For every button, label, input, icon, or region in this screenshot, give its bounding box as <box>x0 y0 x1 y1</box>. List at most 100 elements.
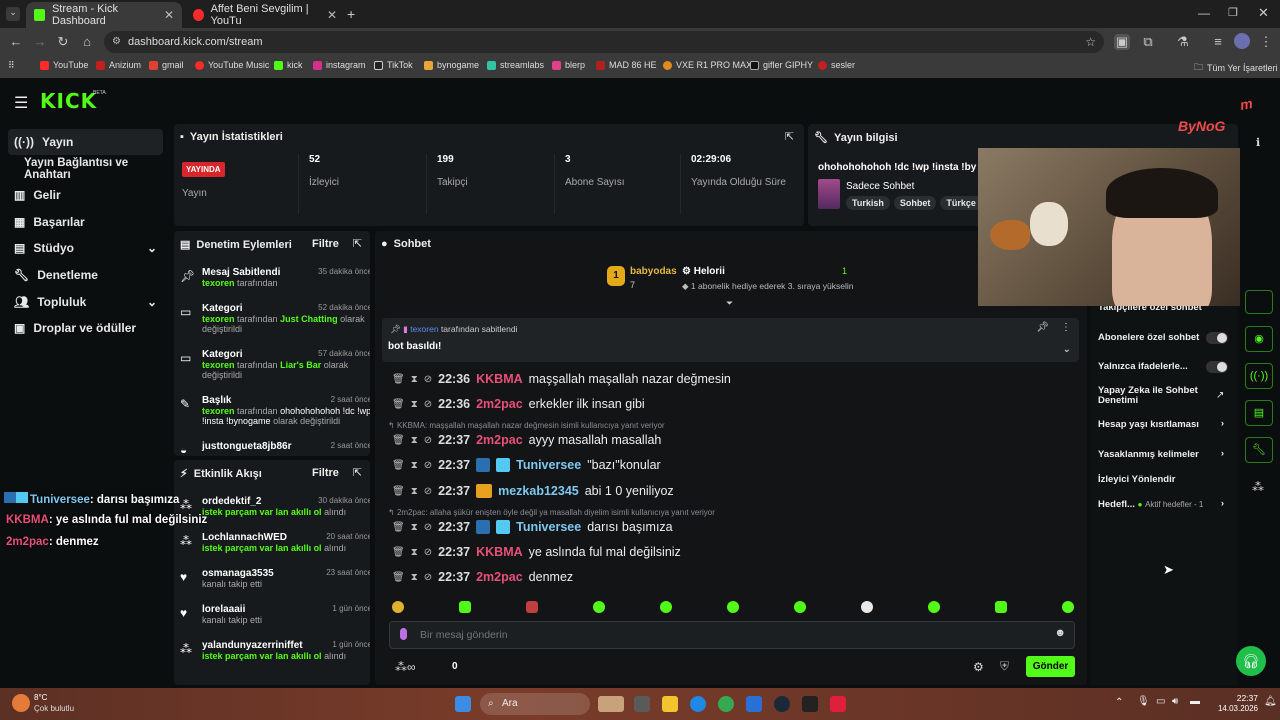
back-icon[interactable]: ← <box>8 34 24 50</box>
setting-ai-moderation[interactable]: Yapay Zeka ile Sohbet Denetimi <box>1098 386 1208 406</box>
nav-basarilar[interactable]: ▦ Başarılar <box>8 209 163 235</box>
labs-icon[interactable]: ⚗ <box>1175 34 1191 50</box>
steam-icon[interactable] <box>774 696 790 712</box>
windows-start-icon[interactable] <box>455 696 471 712</box>
timeout-icon[interactable]: ⧗ <box>411 435 418 446</box>
close-window-icon[interactable]: ✕ <box>1258 5 1269 21</box>
chat-username[interactable]: Tuniversee <box>516 458 581 472</box>
timeout-icon[interactable]: ⧗ <box>411 486 418 497</box>
bookmark-tiktok[interactable]: TikTok <box>374 60 413 70</box>
close-tab-icon[interactable]: ✕ <box>164 8 174 22</box>
hamburger-menu-icon[interactable]: ☰ <box>14 93 28 113</box>
timeout-icon[interactable]: ⧗ <box>411 522 418 533</box>
clock-time[interactable]: 22:37 <box>1222 693 1258 703</box>
wrench-rail-icon[interactable]: 🔧︎ <box>1245 437 1273 463</box>
bookmark-youtube[interactable]: YouTube <box>40 60 88 70</box>
support-headset-icon[interactable]: 🎧︎ <box>1236 646 1266 676</box>
bookmark-vxe[interactable]: VXE R1 PRO MAX <box>663 60 752 70</box>
nav-denetleme[interactable]: 🔧︎ Denetleme <box>8 262 163 288</box>
emote-icon[interactable] <box>660 601 672 613</box>
widgets-icon[interactable] <box>598 696 624 712</box>
delete-icon[interactable]: 🗑︎ <box>392 572 405 583</box>
emote-icon[interactable] <box>526 601 538 613</box>
url-bar[interactable]: ⚙ dashboard.kick.com/stream ☆ <box>104 31 1104 53</box>
category-name[interactable]: Sadece Sohbet <box>846 181 914 192</box>
setting-emote-only[interactable]: Yalnızca ifadelerle... <box>1098 361 1228 373</box>
extension-icon[interactable]: ▣ <box>1114 34 1130 50</box>
bookmark-streamlabs[interactable]: streamlabs <box>487 60 544 70</box>
emote-icon[interactable] <box>861 601 873 613</box>
kick-logo[interactable]: KICK <box>40 89 97 113</box>
browser-menu-icon[interactable]: ⋮ <box>1258 34 1274 50</box>
chat-message[interactable]: 🗑︎ ⧗ ⊘ 22:37 mezkab12345 abi 1 0 yeniliyoz <box>392 484 674 498</box>
tray-battery-icon[interactable]: ▬ <box>1190 696 1200 707</box>
expand-chevron-icon[interactable]: ⌄ <box>1063 344 1071 355</box>
chat-username[interactable]: KKBMA <box>476 372 523 386</box>
delete-icon[interactable]: 🗑︎ <box>392 486 405 497</box>
points-rail-icon[interactable]: ⁂ <box>1252 480 1264 494</box>
bookmark-kick[interactable]: kick <box>274 60 303 70</box>
timeout-icon[interactable]: ⧗ <box>411 572 418 583</box>
store-icon[interactable] <box>746 696 762 712</box>
chat-message[interactable]: 🗑︎ ⧗ ⊘ 22:36 2m2pac erkekler ilk insan gibi <box>392 397 645 411</box>
setting-goals[interactable]: Hedefl... ● Aktif hedefler - 1 › <box>1098 498 1228 510</box>
media-icon[interactable]: ≡ <box>1210 34 1226 50</box>
setting-banned-words[interactable]: Yasaklanmış kelimeler › <box>1098 448 1228 460</box>
nav-studyo[interactable]: ▤ Stüdyo ⌄ <box>8 235 163 261</box>
chat-username[interactable]: 2m2pac <box>476 397 523 411</box>
chat-username[interactable]: 2m2pac <box>476 433 523 447</box>
app-icon[interactable] <box>830 696 846 712</box>
emote-icon[interactable] <box>459 601 471 613</box>
task-view-icon[interactable] <box>634 696 650 712</box>
bookmark-instagram[interactable]: instagram <box>313 60 366 70</box>
chat-username[interactable]: KKBMA <box>476 545 523 559</box>
chat-message[interactable]: 🗑︎ ⧗ ⊘ 22:37 2m2pac denmez <box>392 570 573 584</box>
new-tab-icon[interactable]: + <box>347 6 355 22</box>
ban-icon[interactable]: ⊘ <box>424 486 432 497</box>
mod-shield-icon[interactable]: ⛨ <box>1000 659 1009 674</box>
apps-grid-icon[interactable]: ⠿ <box>8 60 15 71</box>
ban-icon[interactable]: ⊘ <box>424 374 432 385</box>
layers-rail-icon[interactable]: ▤ <box>1245 400 1273 426</box>
popout-icon[interactable]: ⇱ <box>353 466 362 479</box>
timeout-icon[interactable]: ⧗ <box>411 374 418 385</box>
notification-bell-icon[interactable]: 🔔︎ <box>1264 696 1277 707</box>
epic-games-icon[interactable] <box>802 696 818 712</box>
ban-icon[interactable]: ⊘ <box>424 399 432 410</box>
chat-message[interactable]: 🗑︎ ⧗ ⊘ 22:37 2m2pac ayyy masallah masallah <box>392 433 661 447</box>
delete-icon[interactable]: 🗑︎ <box>392 460 405 471</box>
timeout-icon[interactable]: ⧗ <box>411 547 418 558</box>
timeout-icon[interactable]: ⧗ <box>411 460 418 471</box>
tray-volume-icon[interactable]: 🔊︎ <box>1172 696 1178 707</box>
weather-temp[interactable]: 8°C <box>34 693 47 702</box>
emote-icon[interactable] <box>1062 601 1074 613</box>
emote-icon[interactable] <box>593 601 605 613</box>
bookmark-giphy[interactable]: gifler GIPHY <box>750 60 813 70</box>
broadcast-rail-icon[interactable]: ((·)) <box>1245 363 1273 389</box>
clock-date[interactable]: 14.03.2026 <box>1210 704 1258 713</box>
bookmark-star-icon[interactable]: ☆ <box>1085 31 1096 53</box>
nav-gelir[interactable]: ▥ Gelir <box>8 182 163 208</box>
emoji-picker-icon[interactable]: ☻ <box>1054 627 1066 639</box>
chat-message[interactable]: 🗑︎ ⧗ ⊘ 22:37 Tuniversee darısı başımıza <box>392 520 673 534</box>
activity-filter-button[interactable]: Filtre <box>312 467 339 479</box>
nav-topluluk[interactable]: 👥︎ Topluluk ⌄ <box>8 289 163 315</box>
close-tab-icon[interactable]: ✕ <box>327 8 337 22</box>
chrome-icon[interactable] <box>718 696 734 712</box>
toggle-switch[interactable] <box>1206 361 1228 373</box>
more-options-icon[interactable]: ⋮ <box>1061 322 1071 333</box>
maximize-icon[interactable]: ❐ <box>1228 6 1238 19</box>
popout-icon[interactable]: ⇱ <box>785 130 794 143</box>
edge-icon[interactable] <box>690 696 706 712</box>
external-link-icon[interactable]: ↗ <box>1216 390 1224 401</box>
tab-youtube[interactable]: Affet Beni Sevgilim | YouTu ✕ <box>185 2 345 28</box>
tag[interactable]: Turkish <box>846 196 890 210</box>
tray-network-icon[interactable]: ▭ <box>1156 696 1165 707</box>
bookmark-youtube-music[interactable]: YouTube Music <box>195 60 269 70</box>
chat-input[interactable] <box>420 625 1040 645</box>
mod-filter-button[interactable]: Filtre <box>312 238 339 250</box>
nav-yayin[interactable]: ((·)) Yayın <box>8 129 163 155</box>
ban-icon[interactable]: ⊘ <box>424 547 432 558</box>
taskbar-search[interactable]: ⌕ Ara <box>480 693 590 715</box>
chat-username[interactable]: mezkab12345 <box>498 484 579 498</box>
